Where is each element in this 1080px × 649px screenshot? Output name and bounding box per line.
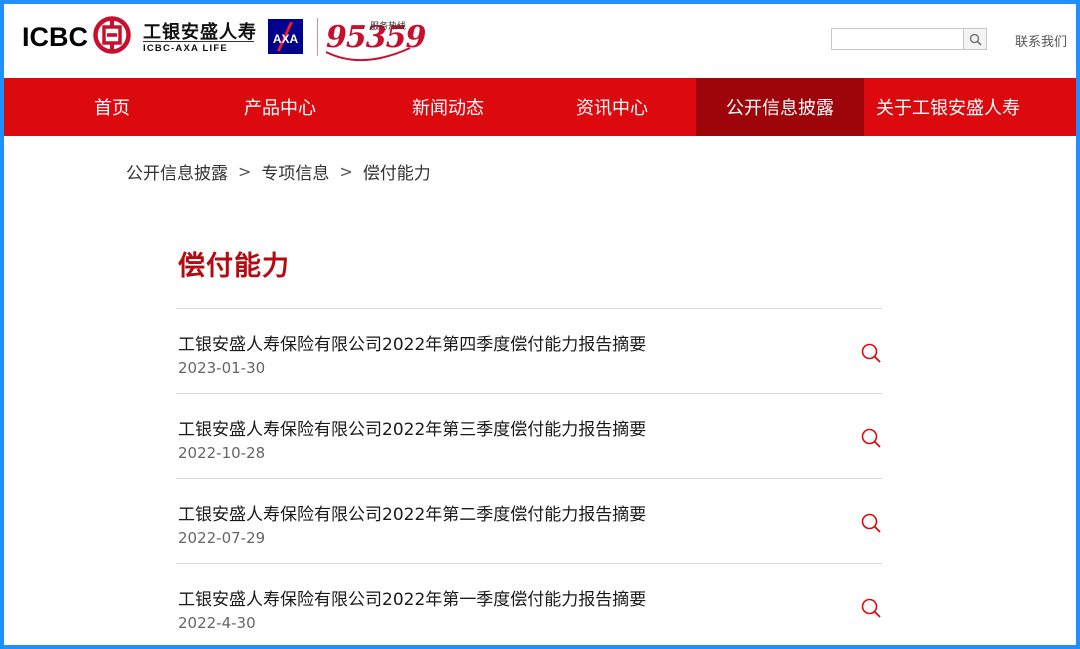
item-date: 2022-10-28 <box>178 444 266 462</box>
nav-item-news[interactable]: 新闻动态 <box>360 78 536 136</box>
axa-logo: AXA <box>268 19 303 54</box>
nav-item-about[interactable]: 关于工银安盛人寿 <box>864 78 1032 136</box>
brand-divider <box>143 41 254 42</box>
contact-us-link[interactable]: 联系我们 <box>1015 31 1067 50</box>
icbc-emblem-icon <box>93 16 131 54</box>
list-item[interactable]: 工银安盛人寿保险有限公司2022年第三季度偿付能力报告摘要 2022-10-28 <box>176 394 882 479</box>
nav-item-products[interactable]: 产品中心 <box>192 78 368 136</box>
svg-text:AXA: AXA <box>273 32 299 46</box>
header: ICBC 工银安盛人寿 ICBC-AXA LIFE AXA 95359 服务热线 <box>4 4 1076 78</box>
breadcrumb: 公开信息披露 > 专项信息 > 偿付能力 <box>126 159 431 184</box>
hotline-label: 服务热线 <box>370 22 407 32</box>
search-icon[interactable] <box>860 342 882 364</box>
item-title[interactable]: 工银安盛人寿保险有限公司2022年第四季度偿付能力报告摘要 <box>178 330 646 355</box>
item-title[interactable]: 工银安盛人寿保险有限公司2022年第二季度偿付能力报告摘要 <box>178 500 646 525</box>
breadcrumb-current: 偿付能力 <box>362 164 431 184</box>
search-box <box>831 28 987 50</box>
breadcrumb-special-info[interactable]: 专项信息 <box>261 159 329 184</box>
search-icon <box>969 33 982 46</box>
nav-item-info-center[interactable]: 资讯中心 <box>528 78 696 136</box>
breadcrumb-disclosure[interactable]: 公开信息披露 <box>126 159 228 184</box>
breadcrumb-separator: > <box>339 162 353 181</box>
nav-item-disclosure[interactable]: 公开信息披露 <box>696 78 864 136</box>
page-title: 偿付能力 <box>178 251 290 282</box>
report-list: 工银安盛人寿保险有限公司2022年第四季度偿付能力报告摘要 2023-01-30… <box>176 308 882 645</box>
hotline-swoosh-icon <box>325 47 411 61</box>
item-title[interactable]: 工银安盛人寿保险有限公司2022年第三季度偿付能力报告摘要 <box>178 415 646 440</box>
search-button[interactable] <box>963 29 986 49</box>
item-date: 2023-01-30 <box>178 359 266 377</box>
search-input[interactable] <box>832 29 963 49</box>
list-item[interactable]: 工银安盛人寿保险有限公司2022年第四季度偿付能力报告摘要 2023-01-30 <box>176 309 882 394</box>
list-item[interactable]: 工银安盛人寿保险有限公司2022年第一季度偿付能力报告摘要 2022-4-30 <box>176 564 882 645</box>
search-icon[interactable] <box>860 427 882 449</box>
nav-item-home[interactable]: 首页 <box>24 78 200 136</box>
breadcrumb-separator: > <box>238 162 252 181</box>
icbc-logo-text[interactable]: ICBC <box>22 22 88 53</box>
hotline-divider <box>317 18 318 56</box>
item-date: 2022-07-29 <box>178 529 266 547</box>
main-nav: 首页 产品中心 新闻动态 资讯中心 公开信息披露 关于工银安盛人寿 <box>4 78 1076 136</box>
item-title[interactable]: 工银安盛人寿保险有限公司2022年第一季度偿付能力报告摘要 <box>178 585 646 610</box>
search-icon[interactable] <box>860 597 882 619</box>
item-date: 2022-4-30 <box>178 614 256 632</box>
brand-name-en: ICBC-AXA LIFE <box>143 43 228 54</box>
search-icon[interactable] <box>860 512 882 534</box>
page-frame: ICBC 工银安盛人寿 ICBC-AXA LIFE AXA 95359 服务热线 <box>0 0 1080 649</box>
list-item[interactable]: 工银安盛人寿保险有限公司2022年第二季度偿付能力报告摘要 2022-07-29 <box>176 479 882 564</box>
